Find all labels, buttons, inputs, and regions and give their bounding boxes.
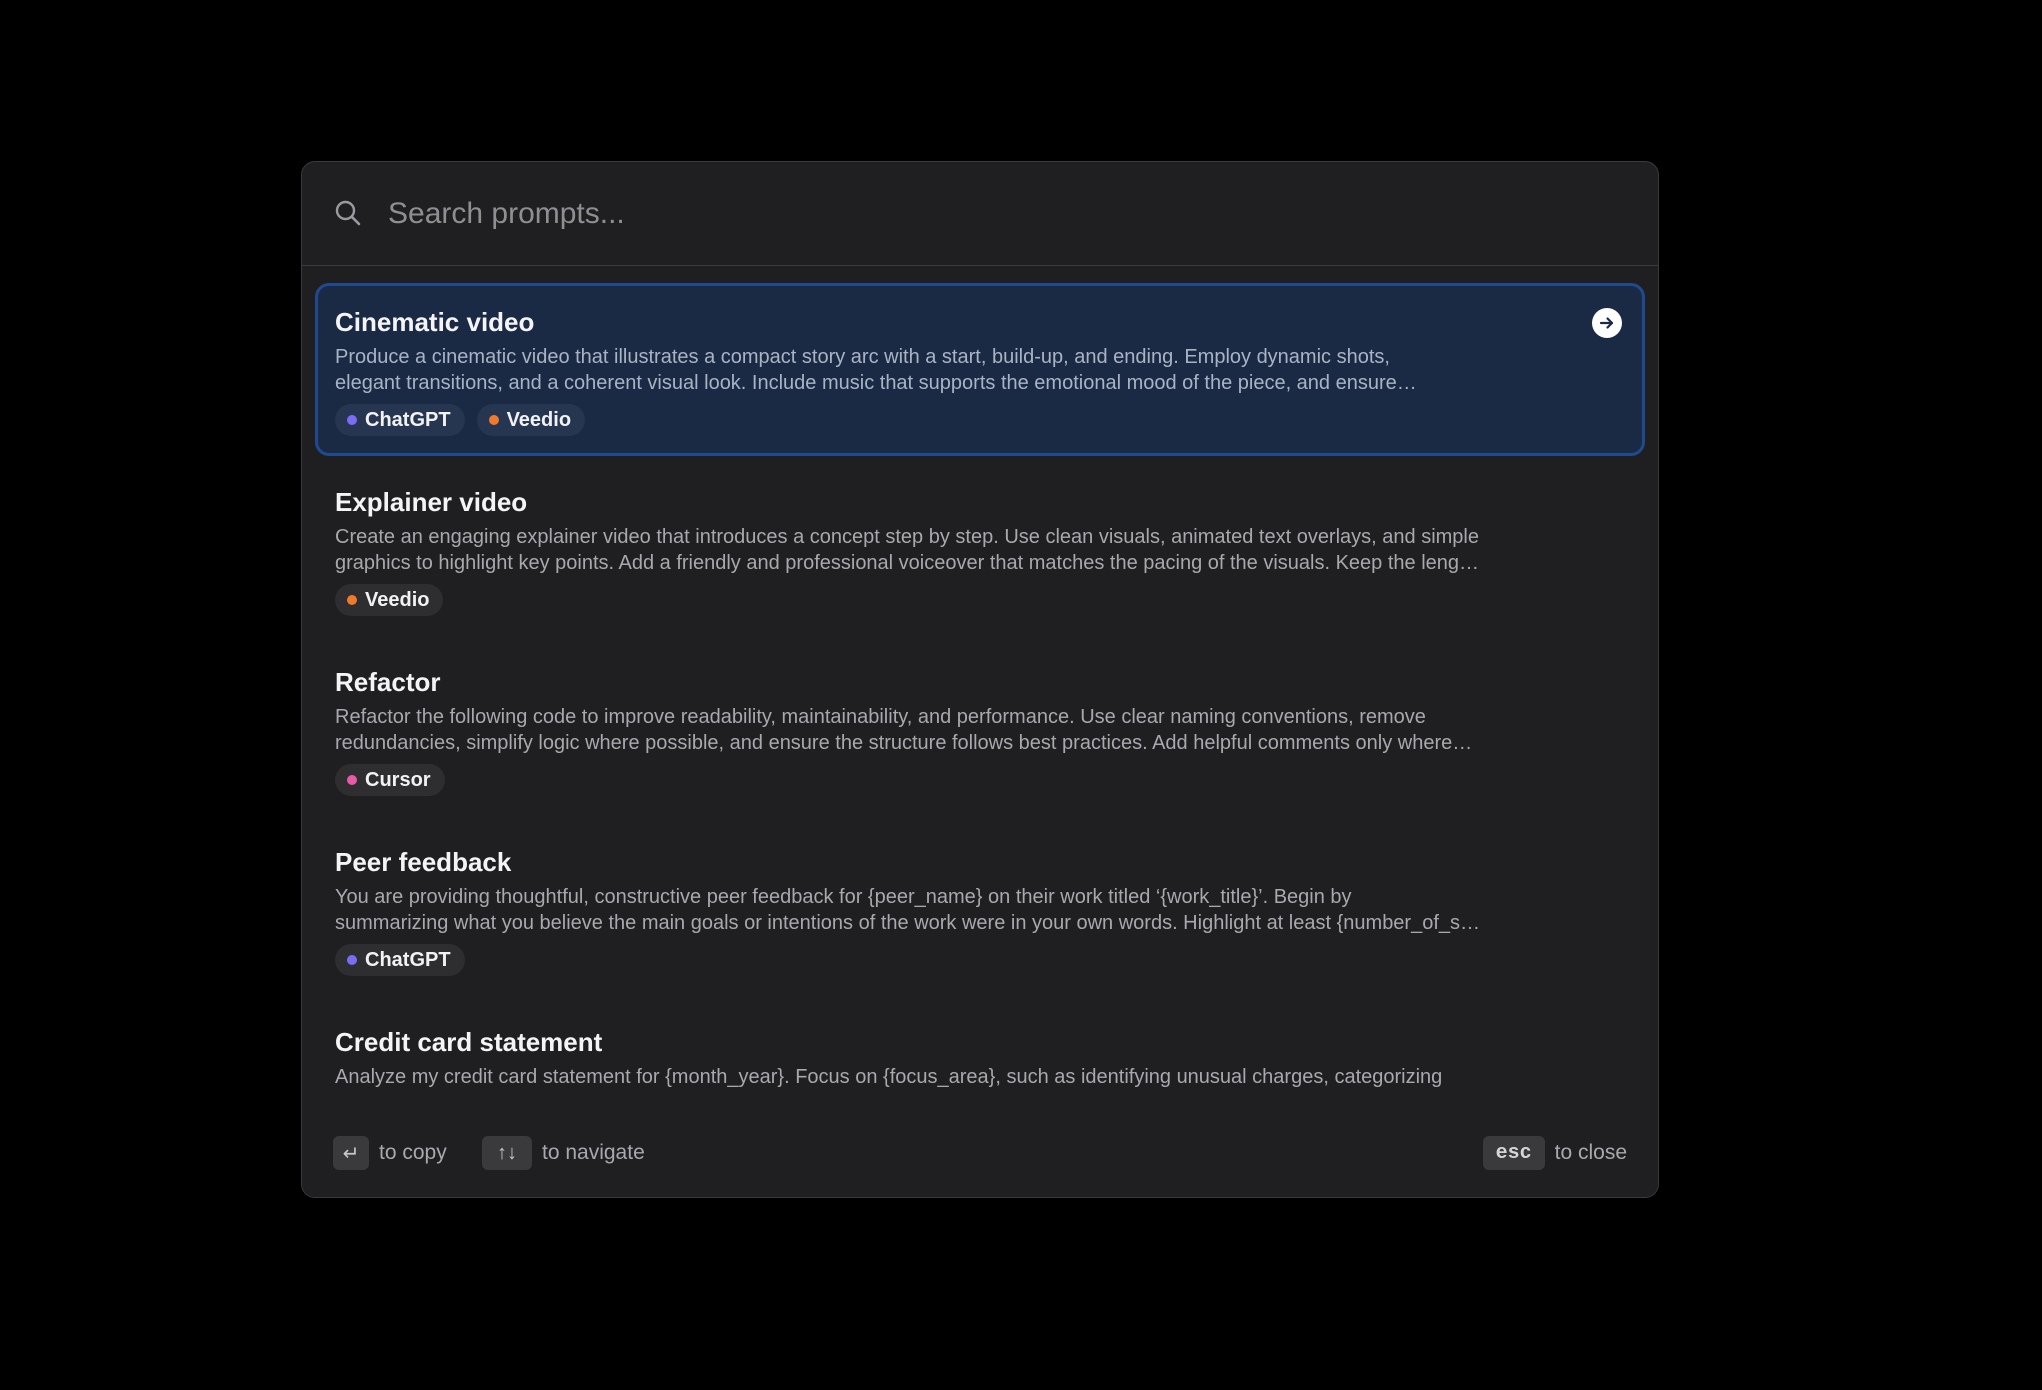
prompt-description-line: Analyze my credit card statement for {mo… — [335, 1066, 1443, 1088]
footer-hints: ↵ to copy ↑↓ to navigate esc to close — [302, 1122, 1658, 1197]
search-bar — [302, 162, 1658, 266]
navigate-hint-label: to navigate — [542, 1141, 645, 1164]
prompt-description: Produce a cinematic video that illustrat… — [335, 344, 1585, 396]
prompt-tags: Cursor — [335, 764, 445, 796]
prompt-item[interactable]: Credit card statement Analyze my credit c… — [315, 1003, 1645, 1091]
prompt-description-line: Refactor the following code to improve r… — [335, 706, 1426, 728]
tool-tag: Veedio — [335, 584, 444, 616]
close-hint-label: to close — [1554, 1141, 1627, 1164]
prompt-item[interactable]: Explainer video Create an engaging explai… — [315, 463, 1645, 636]
tool-tag: ChatGPT — [335, 944, 465, 976]
tag-label: Cursor — [365, 768, 431, 791]
tag-label: ChatGPT — [365, 408, 451, 431]
prompt-list: Cinematic video Produce a cinematic video… — [302, 268, 1658, 1091]
copy-hint: ↵ to copy — [333, 1136, 447, 1170]
tool-tag: Veedio — [476, 404, 586, 436]
tag-color-dot — [347, 955, 357, 965]
prompt-description: You are providing thoughtful, constructi… — [335, 884, 1585, 936]
tag-color-dot — [347, 415, 357, 425]
tool-tag: Cursor — [335, 764, 445, 796]
prompt-item[interactable]: Cinematic video Produce a cinematic video… — [315, 283, 1645, 456]
prompt-title: Peer feedback — [335, 847, 512, 877]
tag-label: ChatGPT — [365, 948, 451, 971]
navigate-hint: ↑↓ to navigate — [482, 1136, 645, 1170]
close-hint: esc to close — [1482, 1136, 1627, 1170]
tag-label: Veedio — [506, 408, 572, 431]
open-arrow-icon[interactable] — [1592, 308, 1622, 338]
tag-color-dot — [488, 415, 499, 425]
esc-key: esc — [1482, 1136, 1545, 1170]
prompt-description: Analyze my credit card statement for {mo… — [335, 1064, 1585, 1091]
prompt-title: Explainer video — [335, 487, 528, 517]
enter-key-icon: ↵ — [333, 1136, 369, 1170]
prompt-description-line: spending into {categories}, and highligh… — [335, 1090, 1585, 1091]
prompt-tags: Veedio — [335, 584, 444, 616]
tag-color-dot — [347, 595, 357, 605]
prompt-description-line: Produce a cinematic video that illustrat… — [335, 346, 1390, 368]
prompt-description: Create an engaging explainer video that … — [335, 524, 1585, 576]
tag-color-dot — [347, 775, 357, 785]
prompt-title: Refactor — [335, 667, 441, 697]
search-icon — [335, 200, 361, 226]
prompt-title: Cinematic video — [335, 307, 535, 337]
tag-label: Veedio — [365, 588, 430, 611]
prompt-tags: ChatGPT — [335, 944, 465, 976]
prompt-description-line: Create an engaging explainer video that … — [335, 526, 1479, 548]
prompt-description-line: summarizing what you believe the main go… — [335, 912, 1481, 934]
prompt-description-line: You are providing thoughtful, constructi… — [335, 886, 1352, 908]
prompt-description-line: graphics to highlight key points. Add a … — [335, 552, 1480, 574]
copy-hint-label: to copy — [379, 1141, 447, 1164]
prompt-palette: Cinematic video Produce a cinematic video… — [301, 161, 1659, 1198]
prompt-item[interactable]: Peer feedback You are providing thoughtfu… — [315, 823, 1645, 996]
prompt-description: Refactor the following code to improve r… — [335, 704, 1585, 756]
arrow-keys-icon: ↑↓ — [482, 1136, 532, 1170]
prompt-item[interactable]: Refactor Refactor the following code to i… — [315, 643, 1645, 816]
prompt-title: Credit card statement — [335, 1027, 603, 1057]
prompt-description-line: redundancies, simplify logic where possi… — [335, 732, 1473, 754]
prompt-description-line: elegant transitions, and a coherent visu… — [335, 372, 1417, 394]
search-input[interactable] — [386, 188, 1590, 240]
tool-tag: ChatGPT — [335, 404, 465, 436]
prompt-tags: ChatGPT Veedio — [335, 404, 586, 436]
